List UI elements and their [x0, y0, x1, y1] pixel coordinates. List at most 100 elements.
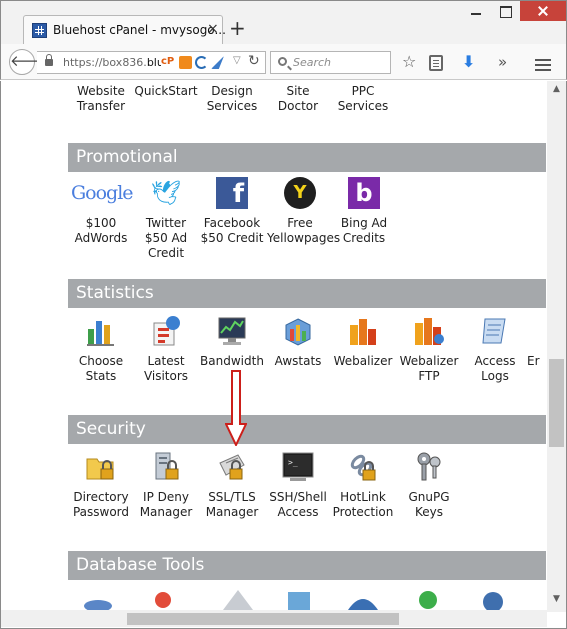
stats-chart-icon [85, 315, 117, 347]
item-label: Er [527, 354, 540, 368]
ppc-services-item[interactable]: PPC Services [330, 84, 396, 114]
item-label: Services [206, 99, 258, 113]
item-label: $100 [85, 216, 117, 230]
reload-icon[interactable]: ↻ [248, 53, 260, 69]
browser-tab[interactable]: Bluehost cPanel - mvysogo... × [23, 15, 226, 45]
item-label: $50 Credit [200, 231, 264, 245]
webalizer-item[interactable]: Webalizer [330, 315, 396, 369]
scroll-down-arrow-icon[interactable]: ▼ [547, 591, 566, 608]
keys-icon [417, 452, 441, 481]
bing-ad-item[interactable]: b Bing Ad Credits [331, 177, 397, 246]
item-label: GnuPG [408, 490, 450, 504]
back-button[interactable]: 🡐 [9, 49, 50, 75]
item-label: Site [286, 84, 310, 98]
bandwidth-item[interactable]: Bandwidth [199, 315, 265, 369]
item-label: Access [277, 505, 319, 519]
item-label: Free [287, 216, 313, 230]
yellowpages-item[interactable]: Y Free Yellowpages [267, 177, 340, 246]
gnupg-keys-item[interactable]: GnuPG Keys [396, 451, 462, 520]
scroll-up-arrow-icon[interactable]: ▲ [547, 81, 566, 98]
webalizer-ftp-icon [415, 318, 444, 345]
database-icons-row [68, 586, 546, 610]
item-label: Facebook [203, 216, 261, 230]
overflow-icon[interactable]: » [498, 53, 507, 71]
item-label: Stats [85, 369, 117, 383]
google-logo-text: Google [71, 182, 134, 204]
vertical-scroll-thumb[interactable] [549, 359, 564, 447]
site-doctor-item[interactable]: Site Doctor [265, 84, 331, 114]
red-arrow-annotation [225, 370, 247, 446]
webalizer-ftp-item[interactable]: Webalizer FTP [396, 315, 462, 384]
error-logs-item[interactable]: Er [527, 315, 547, 369]
bandwidth-icon [218, 317, 246, 345]
latest-visitors-item[interactable]: Latest Visitors [133, 315, 199, 384]
facebook-credit-item[interactable]: f Facebook $50 Credit [199, 177, 265, 246]
ssh-shell-access-item[interactable]: >_ SSH/Shell Access [265, 451, 331, 520]
item-label: Credit [147, 246, 185, 260]
item-label: Access [474, 354, 516, 368]
website-transfer-item[interactable]: Website Transfer [68, 84, 134, 114]
ssl-tls-manager-item[interactable]: SSL/TLS Manager [199, 451, 265, 520]
minimize-button[interactable] [462, 1, 490, 21]
horizontal-scroll-thumb[interactable] [127, 613, 399, 625]
maximize-button[interactable] [491, 1, 519, 21]
awstats-item[interactable]: Awstats [265, 315, 331, 369]
item-label: Webalizer [333, 354, 393, 368]
folder-lock-icon [85, 451, 117, 483]
hamburger-menu-icon[interactable] [535, 59, 551, 61]
tab-close-icon[interactable]: × [207, 21, 219, 37]
access-logs-item[interactable]: Access Logs [462, 315, 528, 384]
twitter-ad-item[interactable]: 🕊 Twitter $50 Ad Credit [133, 177, 199, 261]
extension-icon[interactable] [195, 56, 208, 69]
item-label: Transfer [76, 99, 126, 113]
item-label: Manager [205, 505, 259, 519]
address-bar[interactable]: https://box836.blue cP ▽ ↻ [37, 51, 266, 74]
facebook-icon: f [216, 177, 248, 209]
folder-lock-icon [86, 458, 114, 480]
url-dropdown-icon[interactable]: ▽ [233, 55, 241, 66]
item-label: PPC [351, 84, 375, 98]
choose-stats-item[interactable]: Choose Stats [68, 315, 134, 384]
item-label: IP Deny [143, 490, 189, 504]
keys-icon [413, 451, 445, 483]
item-label: Services [337, 99, 389, 113]
ssl-certificate-icon [216, 451, 248, 483]
twitter-icon: 🕊 [150, 179, 182, 207]
google-adwords-item[interactable]: Google $100 AdWords [68, 177, 134, 246]
item-label: Password [72, 505, 130, 519]
directory-password-item[interactable]: Directory Password [68, 451, 134, 520]
download-icon[interactable]: ⬇ [462, 53, 475, 71]
webalizer-icon [347, 315, 379, 347]
star-icon[interactable]: ☆ [402, 53, 416, 71]
hotlink-protection-item[interactable]: HotLink Protection [330, 451, 396, 520]
quickstart-item[interactable]: QuickStart [133, 84, 199, 99]
visitors-icon [150, 315, 182, 347]
yellowpages-icon: Y [284, 177, 316, 209]
new-tab-button[interactable]: + [229, 18, 246, 38]
database-icons-partial [84, 590, 503, 610]
page-viewport: Website Transfer QuickStart Design Servi… [0, 81, 567, 629]
design-services-item[interactable]: Design Services [199, 84, 265, 114]
item-label: FTP [418, 369, 440, 383]
search-icon [278, 57, 287, 66]
extension-icon[interactable] [211, 56, 224, 69]
reading-list-icon[interactable] [429, 55, 443, 71]
ip-deny-manager-item[interactable]: IP Deny Manager [133, 451, 199, 520]
access-logs-icon [479, 315, 511, 347]
horizontal-scrollbar[interactable] [1, 610, 547, 627]
close-window-button[interactable] [520, 1, 566, 21]
visitors-icon [153, 316, 180, 346]
item-label: Visitors [143, 369, 189, 383]
url-text: https://box836.blue [63, 56, 161, 69]
item-label: Credits [342, 231, 386, 245]
search-input[interactable]: Search [270, 51, 391, 74]
extension-icon[interactable] [179, 56, 192, 69]
item-label: Bing Ad [340, 216, 388, 230]
lock-icon [45, 54, 53, 66]
cpanel-icon[interactable]: cP [161, 56, 174, 67]
item-label: Bandwidth [200, 354, 264, 368]
section-header-promotional: Promotional [68, 143, 546, 172]
vertical-scrollbar[interactable]: ▲ ▼ [547, 81, 566, 612]
section-header-database-tools: Database Tools [68, 551, 546, 580]
item-label: Website [77, 84, 125, 98]
